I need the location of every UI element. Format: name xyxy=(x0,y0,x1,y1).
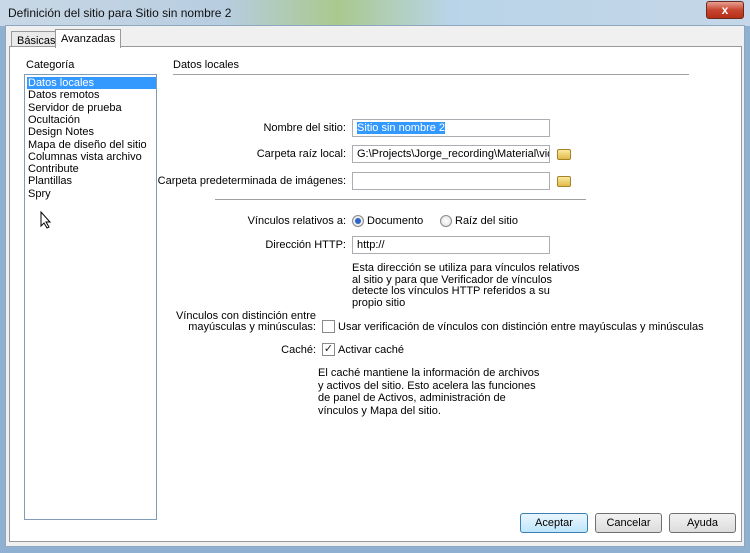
radio-raiz-sitio-label[interactable]: Raíz del sitio xyxy=(455,215,518,227)
case-sensitive-checkbox[interactable] xyxy=(322,320,335,333)
category-columnas[interactable]: Columnas vista archivo xyxy=(27,151,156,163)
category-datos-remotos[interactable]: Datos remotos xyxy=(27,89,156,101)
cancel-button[interactable]: Cancelar xyxy=(595,513,662,533)
radio-documento-label[interactable]: Documento xyxy=(367,215,423,227)
description-line: El caché mantiene la información de arch… xyxy=(318,367,540,379)
category-design-notes[interactable]: Design Notes xyxy=(27,126,156,138)
category-plantillas[interactable]: Plantillas xyxy=(27,175,156,187)
site-name-input[interactable]: Sitio sin nombre 2 xyxy=(352,119,550,137)
radio-raiz-sitio[interactable] xyxy=(440,215,452,227)
tab-avanzadas[interactable]: Avanzadas xyxy=(55,29,122,48)
site-name-value: Sitio sin nombre 2 xyxy=(357,122,446,134)
images-folder-input[interactable] xyxy=(352,172,550,190)
cache-description: El caché mantiene la información de arch… xyxy=(318,367,539,417)
section-title: Datos locales xyxy=(173,59,240,71)
category-contribute[interactable]: Contribute xyxy=(27,163,156,175)
cache-checkbox-label[interactable]: Activar caché xyxy=(338,344,404,356)
local-root-input[interactable]: G:\Projects\Jorge_recording\Material\vid… xyxy=(352,145,550,163)
category-mapa-diseno[interactable]: Mapa de diseño del sitio xyxy=(27,139,156,151)
mouse-cursor-icon xyxy=(40,211,52,229)
site-name-label: Nombre del sitio: xyxy=(263,122,346,134)
section-divider xyxy=(173,74,689,75)
category-spry[interactable]: Spry xyxy=(27,188,156,200)
local-root-label: Carpeta raíz local: xyxy=(256,148,346,160)
divider xyxy=(215,199,586,200)
http-address-label: Dirección HTTP: xyxy=(265,239,346,251)
images-folder-label: Carpeta predeterminada de imágenes: xyxy=(157,175,346,187)
description-line: vínculos y Mapa del sitio. xyxy=(318,404,441,417)
tab-basicas[interactable]: Básicas xyxy=(11,31,62,47)
close-button[interactable]: x xyxy=(706,1,744,19)
category-servidor-prueba[interactable]: Servidor de prueba xyxy=(27,102,156,114)
window-title: Definición del sitio para Sitio sin nomb… xyxy=(8,6,232,20)
description-line: Esta dirección se utiliza para vínculos … xyxy=(352,262,580,274)
folder-icon[interactable] xyxy=(557,149,571,160)
relative-links-label: Vínculos relativos a: xyxy=(247,215,346,227)
http-address-input[interactable]: http:// xyxy=(352,236,550,254)
ok-button[interactable]: Aceptar xyxy=(520,513,588,533)
cache-label: Caché: xyxy=(281,344,316,356)
cache-checkbox[interactable]: ✓ xyxy=(322,343,335,356)
case-sensitive-label-2: mayúsculas y minúsculas: xyxy=(188,321,316,333)
http-address-description: Esta dirección se utiliza para vínculos … xyxy=(352,262,580,309)
category-ocultacion[interactable]: Ocultación xyxy=(27,114,156,126)
category-datos-locales[interactable]: Datos locales xyxy=(27,77,156,89)
description-line: propio sitio xyxy=(352,296,406,309)
category-header: Categoría xyxy=(26,59,75,71)
category-list[interactable]: Datos locales Datos remotos Servidor de … xyxy=(24,74,157,520)
radio-documento[interactable] xyxy=(352,215,364,227)
folder-icon[interactable] xyxy=(557,176,571,187)
description-line: de panel de Activos, administración de xyxy=(318,392,506,405)
case-sensitive-checkbox-label[interactable]: Usar verificación de vínculos con distin… xyxy=(338,321,704,333)
description-line: y activos del sitio. Esto acelera las fu… xyxy=(318,379,536,392)
help-button[interactable]: Ayuda xyxy=(669,513,736,533)
